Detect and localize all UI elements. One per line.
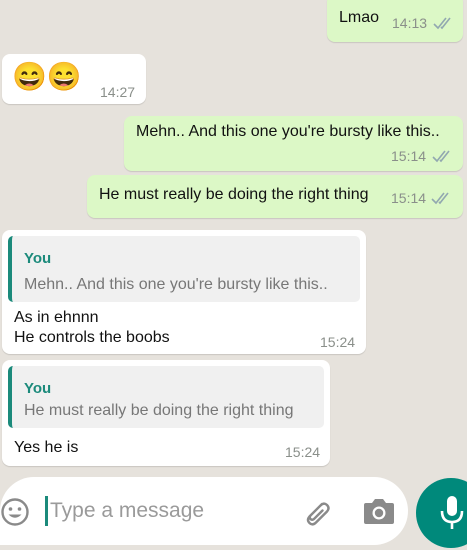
emoji-text: 😄😄	[12, 61, 82, 92]
double-check-icon	[431, 192, 449, 205]
message-text: Lmao	[339, 9, 380, 26]
quote-text: He must really be doing the right thing	[24, 402, 294, 419]
message-text: He must really be doing the right thing	[99, 186, 369, 203]
camera-icon[interactable]	[362, 496, 396, 526]
message-time: 14:13	[392, 15, 428, 31]
quote-author: You	[24, 380, 52, 397]
quote-author: You	[24, 250, 52, 267]
message-bubble-incoming[interactable]: 😄😄 14:27	[2, 54, 146, 104]
emoji-icon[interactable]	[0, 497, 30, 527]
double-check-icon	[432, 150, 450, 163]
message-composer: Type a message	[0, 477, 408, 545]
quoted-message[interactable]: You He must really be doing the right th…	[8, 366, 324, 428]
message-time: 14:27	[100, 84, 136, 100]
message-time: 15:14	[391, 190, 427, 206]
message-text: Yes he is	[14, 439, 79, 456]
message-text-line-2: He controls the boobs	[14, 329, 170, 346]
reply-bubble-incoming[interactable]: You Mehn.. And this one you're bursty li…	[2, 230, 366, 354]
message-text-line-1: As in ehnnn	[14, 309, 99, 326]
message-time: 15:24	[285, 444, 321, 460]
quoted-message[interactable]: You Mehn.. And this one you're bursty li…	[8, 236, 360, 302]
message-input[interactable]: Type a message	[50, 499, 204, 523]
message-bubble-outgoing[interactable]: Mehn.. And this one you're bursty like t…	[124, 116, 463, 171]
microphone-icon	[440, 496, 464, 529]
message-time: 15:24	[320, 334, 356, 350]
text-cursor	[45, 496, 48, 526]
message-bubble-outgoing[interactable]: Lmao 14:13	[327, 0, 463, 42]
message-bubble-outgoing[interactable]: He must really be doing the right thing …	[87, 175, 463, 218]
message-time: 15:14	[391, 148, 427, 164]
reply-bubble-incoming[interactable]: You He must really be doing the right th…	[2, 360, 330, 466]
double-check-icon	[433, 17, 451, 30]
voice-record-button[interactable]	[416, 478, 467, 548]
quote-text: Mehn.. And this one you're bursty like t…	[24, 276, 328, 293]
message-text: Mehn.. And this one you're bursty like t…	[136, 123, 440, 140]
paperclip-icon[interactable]	[300, 497, 332, 529]
